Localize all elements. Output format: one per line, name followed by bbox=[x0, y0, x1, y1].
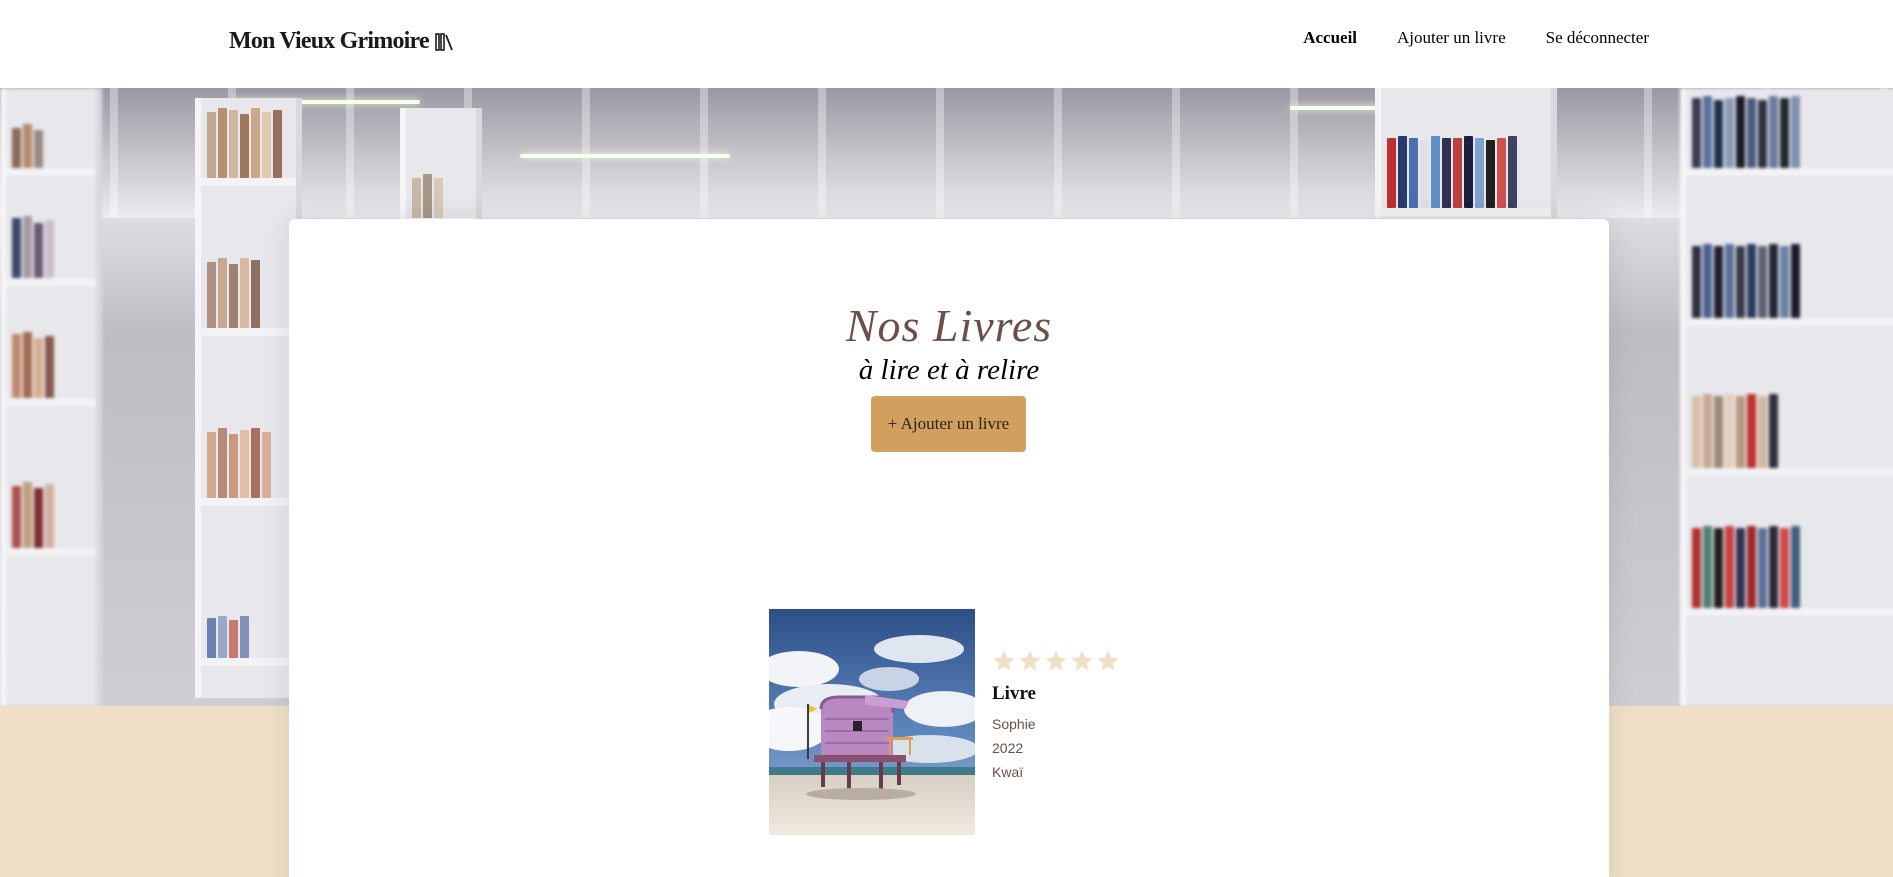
main-content-card: Nos Livres à lire et à relire + Ajouter … bbox=[289, 219, 1609, 877]
bookshelf-back bbox=[400, 108, 482, 228]
book-card[interactable]: Livre Sophie 2022 Kwaï bbox=[769, 609, 1169, 835]
book-title[interactable]: Livre bbox=[992, 683, 1120, 705]
book-year: 2022 bbox=[992, 740, 1024, 756]
nav-link-add-book[interactable]: Ajouter un livre bbox=[1397, 28, 1506, 48]
nav-link-logout[interactable]: Se déconnecter bbox=[1546, 28, 1649, 48]
star-icon bbox=[992, 649, 1016, 673]
bookshelf-left-near bbox=[195, 98, 302, 698]
book-info: Livre Sophie 2022 Kwaï bbox=[992, 649, 1120, 784]
bookshelf-right bbox=[1680, 88, 1893, 706]
book-genre: Kwaï bbox=[992, 764, 1024, 780]
star-icon bbox=[1096, 649, 1120, 673]
ceiling-light bbox=[520, 154, 730, 158]
add-book-button[interactable]: + Ajouter un livre bbox=[871, 396, 1026, 452]
book-cover-image[interactable] bbox=[769, 609, 975, 835]
bookshelf-left bbox=[0, 88, 102, 706]
site-header: Mon Vieux Grimoire Accueil Ajouter un li… bbox=[0, 0, 1893, 88]
nav-link-accueil[interactable]: Accueil bbox=[1303, 28, 1357, 48]
star-icon bbox=[1044, 649, 1068, 673]
page-subtitle: à lire et à relire bbox=[858, 354, 1040, 386]
main-nav: Accueil Ajouter un livre Se déconnecter bbox=[1303, 28, 1649, 48]
book-author: Sophie bbox=[992, 716, 1036, 732]
star-icon bbox=[1070, 649, 1094, 673]
star-icon bbox=[1018, 649, 1042, 673]
page-title: Nos Livres bbox=[845, 300, 1053, 351]
rating-stars bbox=[992, 649, 1120, 673]
logo-text: Mon Vieux Grimoire bbox=[229, 28, 430, 54]
bookshelf-right-back bbox=[1375, 88, 1557, 218]
books-icon bbox=[434, 32, 455, 52]
logo[interactable]: Mon Vieux Grimoire bbox=[229, 28, 455, 55]
